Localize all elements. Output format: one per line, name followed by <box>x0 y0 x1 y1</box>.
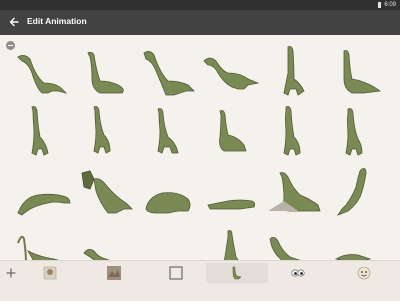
arrow-back-icon <box>9 17 19 27</box>
frame-tile[interactable] <box>324 163 386 223</box>
character-face-icon <box>357 266 371 280</box>
battery-icon <box>378 2 382 8</box>
navigation-strip <box>0 287 400 301</box>
dinosaur-thumbnail-icon <box>232 266 242 280</box>
background-thumbnail-icon <box>107 266 121 280</box>
frame-tile[interactable] <box>14 223 76 260</box>
frame-tile[interactable] <box>324 43 386 103</box>
frame-tile[interactable] <box>76 43 138 103</box>
frame-tile[interactable] <box>76 163 138 223</box>
dinosaur-animation-tab[interactable] <box>206 263 268 283</box>
frame-tile[interactable] <box>76 101 138 161</box>
add-frame-button[interactable] <box>0 263 22 283</box>
page-title: Edit Animation <box>27 16 87 26</box>
frame-tile[interactable] <box>14 101 76 161</box>
sticker-tool-button[interactable] <box>350 263 378 283</box>
eyes-icon <box>291 269 305 277</box>
frame-tile[interactable] <box>324 223 386 260</box>
frame-tile[interactable] <box>324 101 386 161</box>
background-picker-button[interactable] <box>100 263 128 283</box>
frame-tile[interactable] <box>76 223 138 260</box>
status-bar: 6:09 <box>0 0 400 10</box>
frame-tile[interactable] <box>200 223 262 260</box>
frame-tile[interactable] <box>262 163 324 223</box>
animation-frame-grid[interactable] <box>0 35 400 260</box>
eyes-tool-button[interactable] <box>284 263 312 283</box>
bottom-toolbar <box>0 260 400 301</box>
status-time: 6:09 <box>384 2 396 8</box>
frame-tile[interactable] <box>138 101 200 161</box>
character-picker-button[interactable] <box>36 263 64 283</box>
frame-tile[interactable] <box>14 43 76 103</box>
character-thumbnail-icon <box>43 266 57 280</box>
frame-picker-button[interactable] <box>162 263 190 283</box>
frame-tile[interactable] <box>200 163 262 223</box>
plus-icon <box>6 268 16 278</box>
frame-tile[interactable] <box>200 43 262 103</box>
frame-tile[interactable] <box>138 163 200 223</box>
frame-tile[interactable] <box>138 43 200 103</box>
back-button[interactable] <box>6 14 22 30</box>
frame-tile[interactable] <box>200 101 262 161</box>
frame-tile[interactable] <box>262 43 324 103</box>
frame-tile[interactable] <box>262 223 324 260</box>
status-icons: 6:09 <box>378 1 396 9</box>
frame-tile[interactable] <box>14 163 76 223</box>
app-bar: Edit Animation <box>0 10 400 35</box>
frame-tile[interactable] <box>262 101 324 161</box>
square-frame-icon <box>169 266 183 280</box>
